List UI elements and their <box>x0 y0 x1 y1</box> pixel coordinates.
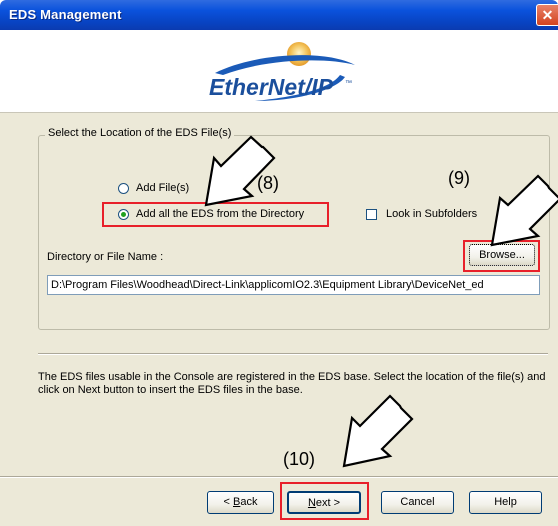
arrow-9-icon <box>490 174 558 247</box>
annotation-arrows <box>204 135 558 468</box>
arrow-10-icon <box>342 394 414 468</box>
arrow-8-icon <box>204 135 276 207</box>
